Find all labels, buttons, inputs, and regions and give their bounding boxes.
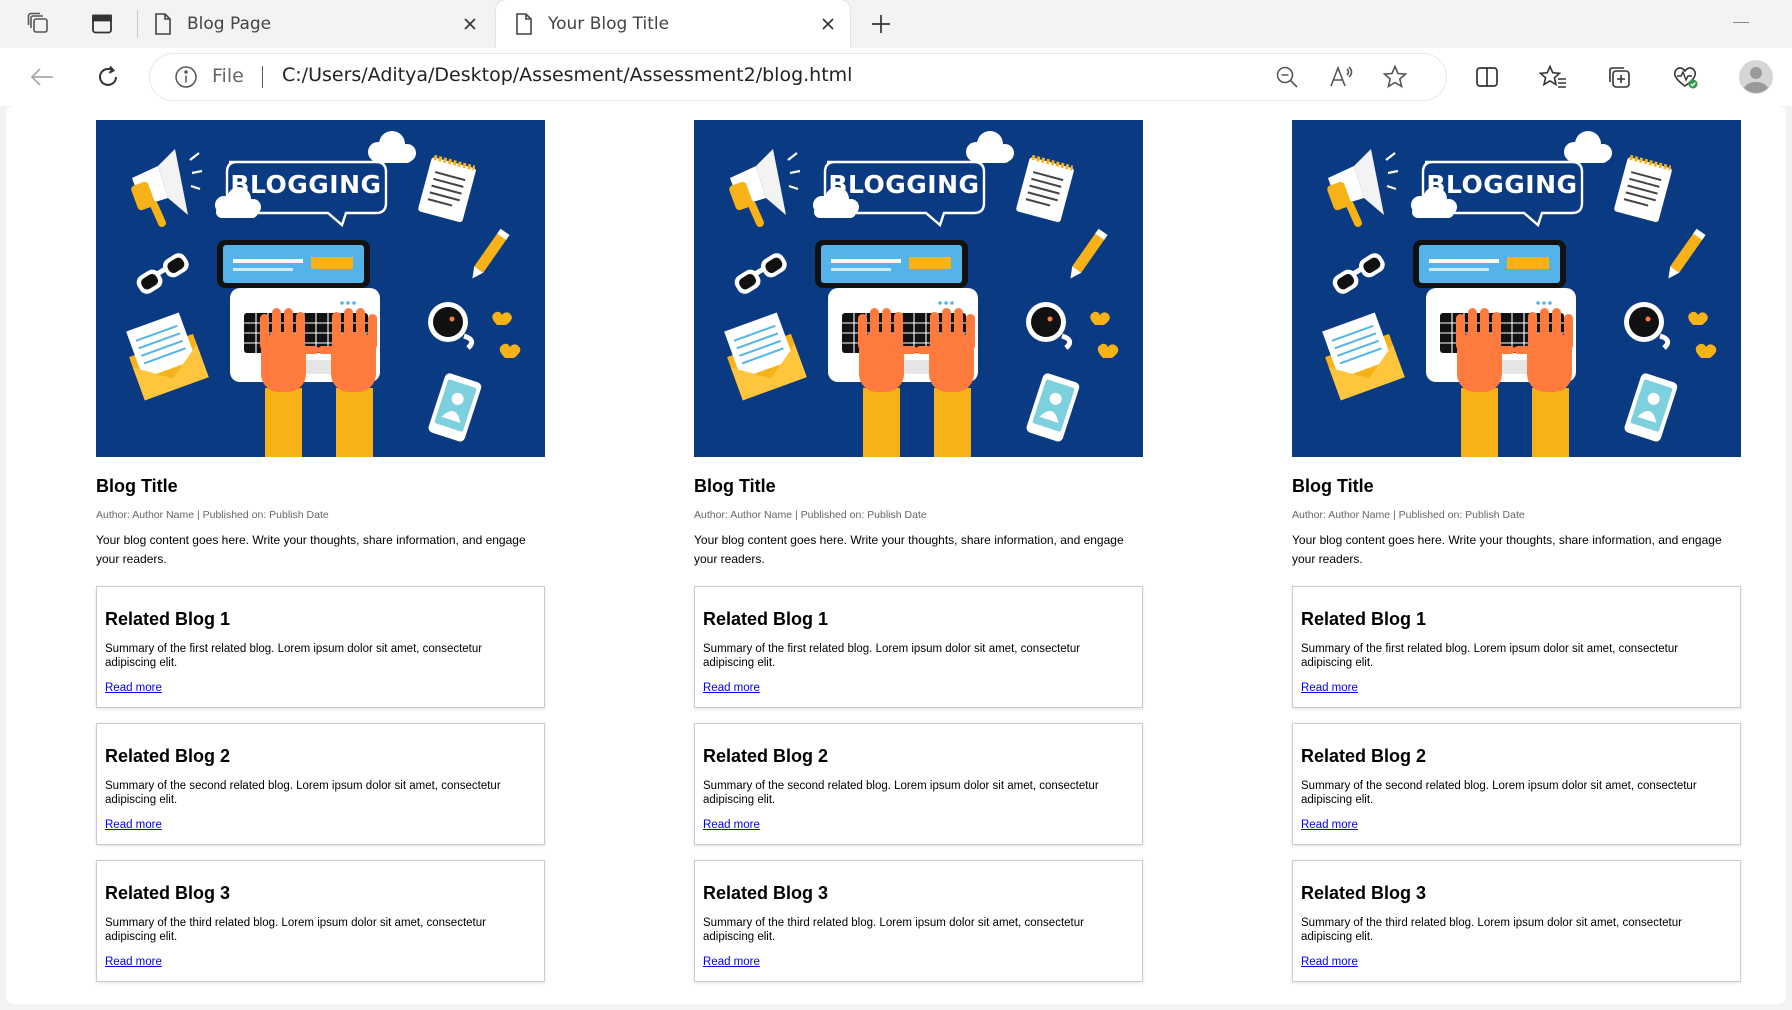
related-blog-card: Related Blog 2 Summary of the second rela… xyxy=(1292,723,1741,845)
related-blog-summary: Summary of the second related blog. Lore… xyxy=(105,780,501,806)
read-aloud-icon[interactable] xyxy=(1328,64,1354,90)
profile-icon[interactable] xyxy=(1737,58,1775,96)
zoom-out-icon[interactable] xyxy=(1274,64,1300,90)
related-blog-title: Related Blog 2 xyxy=(703,746,829,766)
collections-icon[interactable] xyxy=(1602,60,1636,94)
related-blog-card: Related Blog 3 Summary of the third relat… xyxy=(694,860,1143,982)
read-more-link[interactable]: Read more xyxy=(1301,819,1358,831)
related-blog-card: Related Blog 1 Summary of the first relat… xyxy=(1292,586,1741,708)
related-blogs: Related Blog 1 Summary of the first relat… xyxy=(1292,586,1741,982)
related-blog-title: Related Blog 1 xyxy=(1301,609,1427,629)
read-more-link[interactable]: Read more xyxy=(703,682,760,694)
related-blog-title: Related Blog 2 xyxy=(105,746,231,766)
blog-column: BLOGGING Blog Title Author: Author Name … xyxy=(1292,120,1741,997)
related-blog-title: Related Blog 1 xyxy=(105,609,231,629)
split-screen-icon[interactable] xyxy=(1470,60,1504,94)
related-blog-summary: Summary of the second related blog. Lore… xyxy=(703,780,1099,806)
tab-title: Your Blog Title xyxy=(548,14,670,34)
refresh-icon[interactable] xyxy=(91,60,125,94)
tab-strip: Blog Page Your Blog Title xyxy=(0,0,1792,48)
minimize-button[interactable] xyxy=(1733,22,1749,23)
blog-meta: Author: Author Name | Published on: Publ… xyxy=(1292,509,1525,521)
related-blog-card: Related Blog 2 Summary of the second rela… xyxy=(96,723,545,845)
read-more-link[interactable]: Read more xyxy=(105,956,162,968)
tab-blog-page[interactable]: Blog Page xyxy=(150,0,492,48)
plus-icon xyxy=(870,13,892,35)
blog-hero-image: BLOGGING xyxy=(1292,120,1741,457)
related-blog-title: Related Blog 1 xyxy=(703,609,829,629)
tab-separator xyxy=(137,10,138,38)
related-blog-card: Related Blog 1 Summary of the first relat… xyxy=(96,586,545,708)
read-more-link[interactable]: Read more xyxy=(105,819,162,831)
url-text[interactable]: C:/Users/Aditya/Desktop/Assesment/Assess… xyxy=(282,64,852,86)
hero-text: BLOGGING xyxy=(1426,170,1577,199)
related-blog-card: Related Blog 2 Summary of the second rela… xyxy=(694,723,1143,845)
page-icon xyxy=(153,12,173,36)
related-blog-title: Related Blog 2 xyxy=(1301,746,1427,766)
blog-title: Blog Title xyxy=(694,476,776,496)
related-blogs: Related Blog 1 Summary of the first relat… xyxy=(694,586,1143,982)
page-icon xyxy=(514,12,534,36)
favorites-icon[interactable] xyxy=(1536,60,1570,94)
blog-content: Your blog content goes here. Write your … xyxy=(1292,533,1722,566)
blog-content: Your blog content goes here. Write your … xyxy=(96,533,526,566)
star-icon[interactable] xyxy=(1382,64,1408,90)
related-blog-summary: Summary of the third related blog. Lorem… xyxy=(105,917,486,943)
related-blog-summary: Summary of the second related blog. Lore… xyxy=(1301,780,1697,806)
workspaces-icon[interactable] xyxy=(24,9,54,39)
blog-meta: Author: Author Name | Published on: Publ… xyxy=(694,509,927,521)
blog-column: BLOGGING Blog Title Author: Author Name … xyxy=(694,120,1143,997)
blog-hero-image: BLOGGING xyxy=(694,120,1143,457)
blog-content: Your blog content goes here. Write your … xyxy=(694,533,1124,566)
related-blog-summary: Summary of the first related blog. Lorem… xyxy=(105,643,483,669)
related-blog-title: Related Blog 3 xyxy=(105,883,231,903)
related-blogs: Related Blog 1 Summary of the first relat… xyxy=(96,586,545,982)
read-more-link[interactable]: Read more xyxy=(1301,956,1358,968)
related-blog-title: Related Blog 3 xyxy=(703,883,829,903)
new-tab-button[interactable] xyxy=(866,9,896,39)
hero-text: BLOGGING xyxy=(828,170,979,199)
page-viewport: BLOGGING Blog Title Author: Author Name … xyxy=(6,106,1786,1004)
related-blog-summary: Summary of the first related blog. Lorem… xyxy=(1301,643,1679,669)
tab-your-blog-title[interactable]: Your Blog Title xyxy=(496,0,850,48)
close-icon[interactable] xyxy=(816,12,840,36)
tab-title: Blog Page xyxy=(187,14,272,34)
related-blog-summary: Summary of the third related blog. Lorem… xyxy=(1301,917,1682,943)
browser-essentials-icon[interactable] xyxy=(1668,60,1702,94)
related-blog-summary: Summary of the third related blog. Lorem… xyxy=(703,917,1084,943)
blog-title: Blog Title xyxy=(1292,476,1374,496)
scheme-label: File xyxy=(212,65,244,87)
read-more-link[interactable]: Read more xyxy=(703,819,760,831)
info-icon[interactable] xyxy=(174,65,198,89)
read-more-link[interactable]: Read more xyxy=(1301,682,1358,694)
close-icon[interactable] xyxy=(458,12,482,36)
read-more-link[interactable]: Read more xyxy=(105,682,162,694)
back-arrow-icon[interactable] xyxy=(25,60,59,94)
address-bar[interactable]: File C:/Users/Aditya/Desktop/Assesment/A… xyxy=(150,54,1446,100)
blog-meta: Author: Author Name | Published on: Publ… xyxy=(96,509,329,521)
vertical-tabs-icon[interactable] xyxy=(87,9,117,39)
related-blog-title: Related Blog 3 xyxy=(1301,883,1427,903)
related-blog-summary: Summary of the first related blog. Lorem… xyxy=(703,643,1081,669)
read-more-link[interactable]: Read more xyxy=(703,956,760,968)
blog-column: BLOGGING Blog Title Author: Author Name … xyxy=(96,120,545,997)
blog-hero-image: BLOGGING xyxy=(96,120,545,457)
browser-toolbar: File C:/Users/Aditya/Desktop/Assesment/A… xyxy=(0,48,1792,106)
related-blog-card: Related Blog 3 Summary of the third relat… xyxy=(96,860,545,982)
address-separator xyxy=(262,66,263,88)
blog-title: Blog Title xyxy=(96,476,178,496)
related-blog-card: Related Blog 1 Summary of the first relat… xyxy=(694,586,1143,708)
related-blog-card: Related Blog 3 Summary of the third relat… xyxy=(1292,860,1741,982)
hero-text: BLOGGING xyxy=(230,170,381,199)
